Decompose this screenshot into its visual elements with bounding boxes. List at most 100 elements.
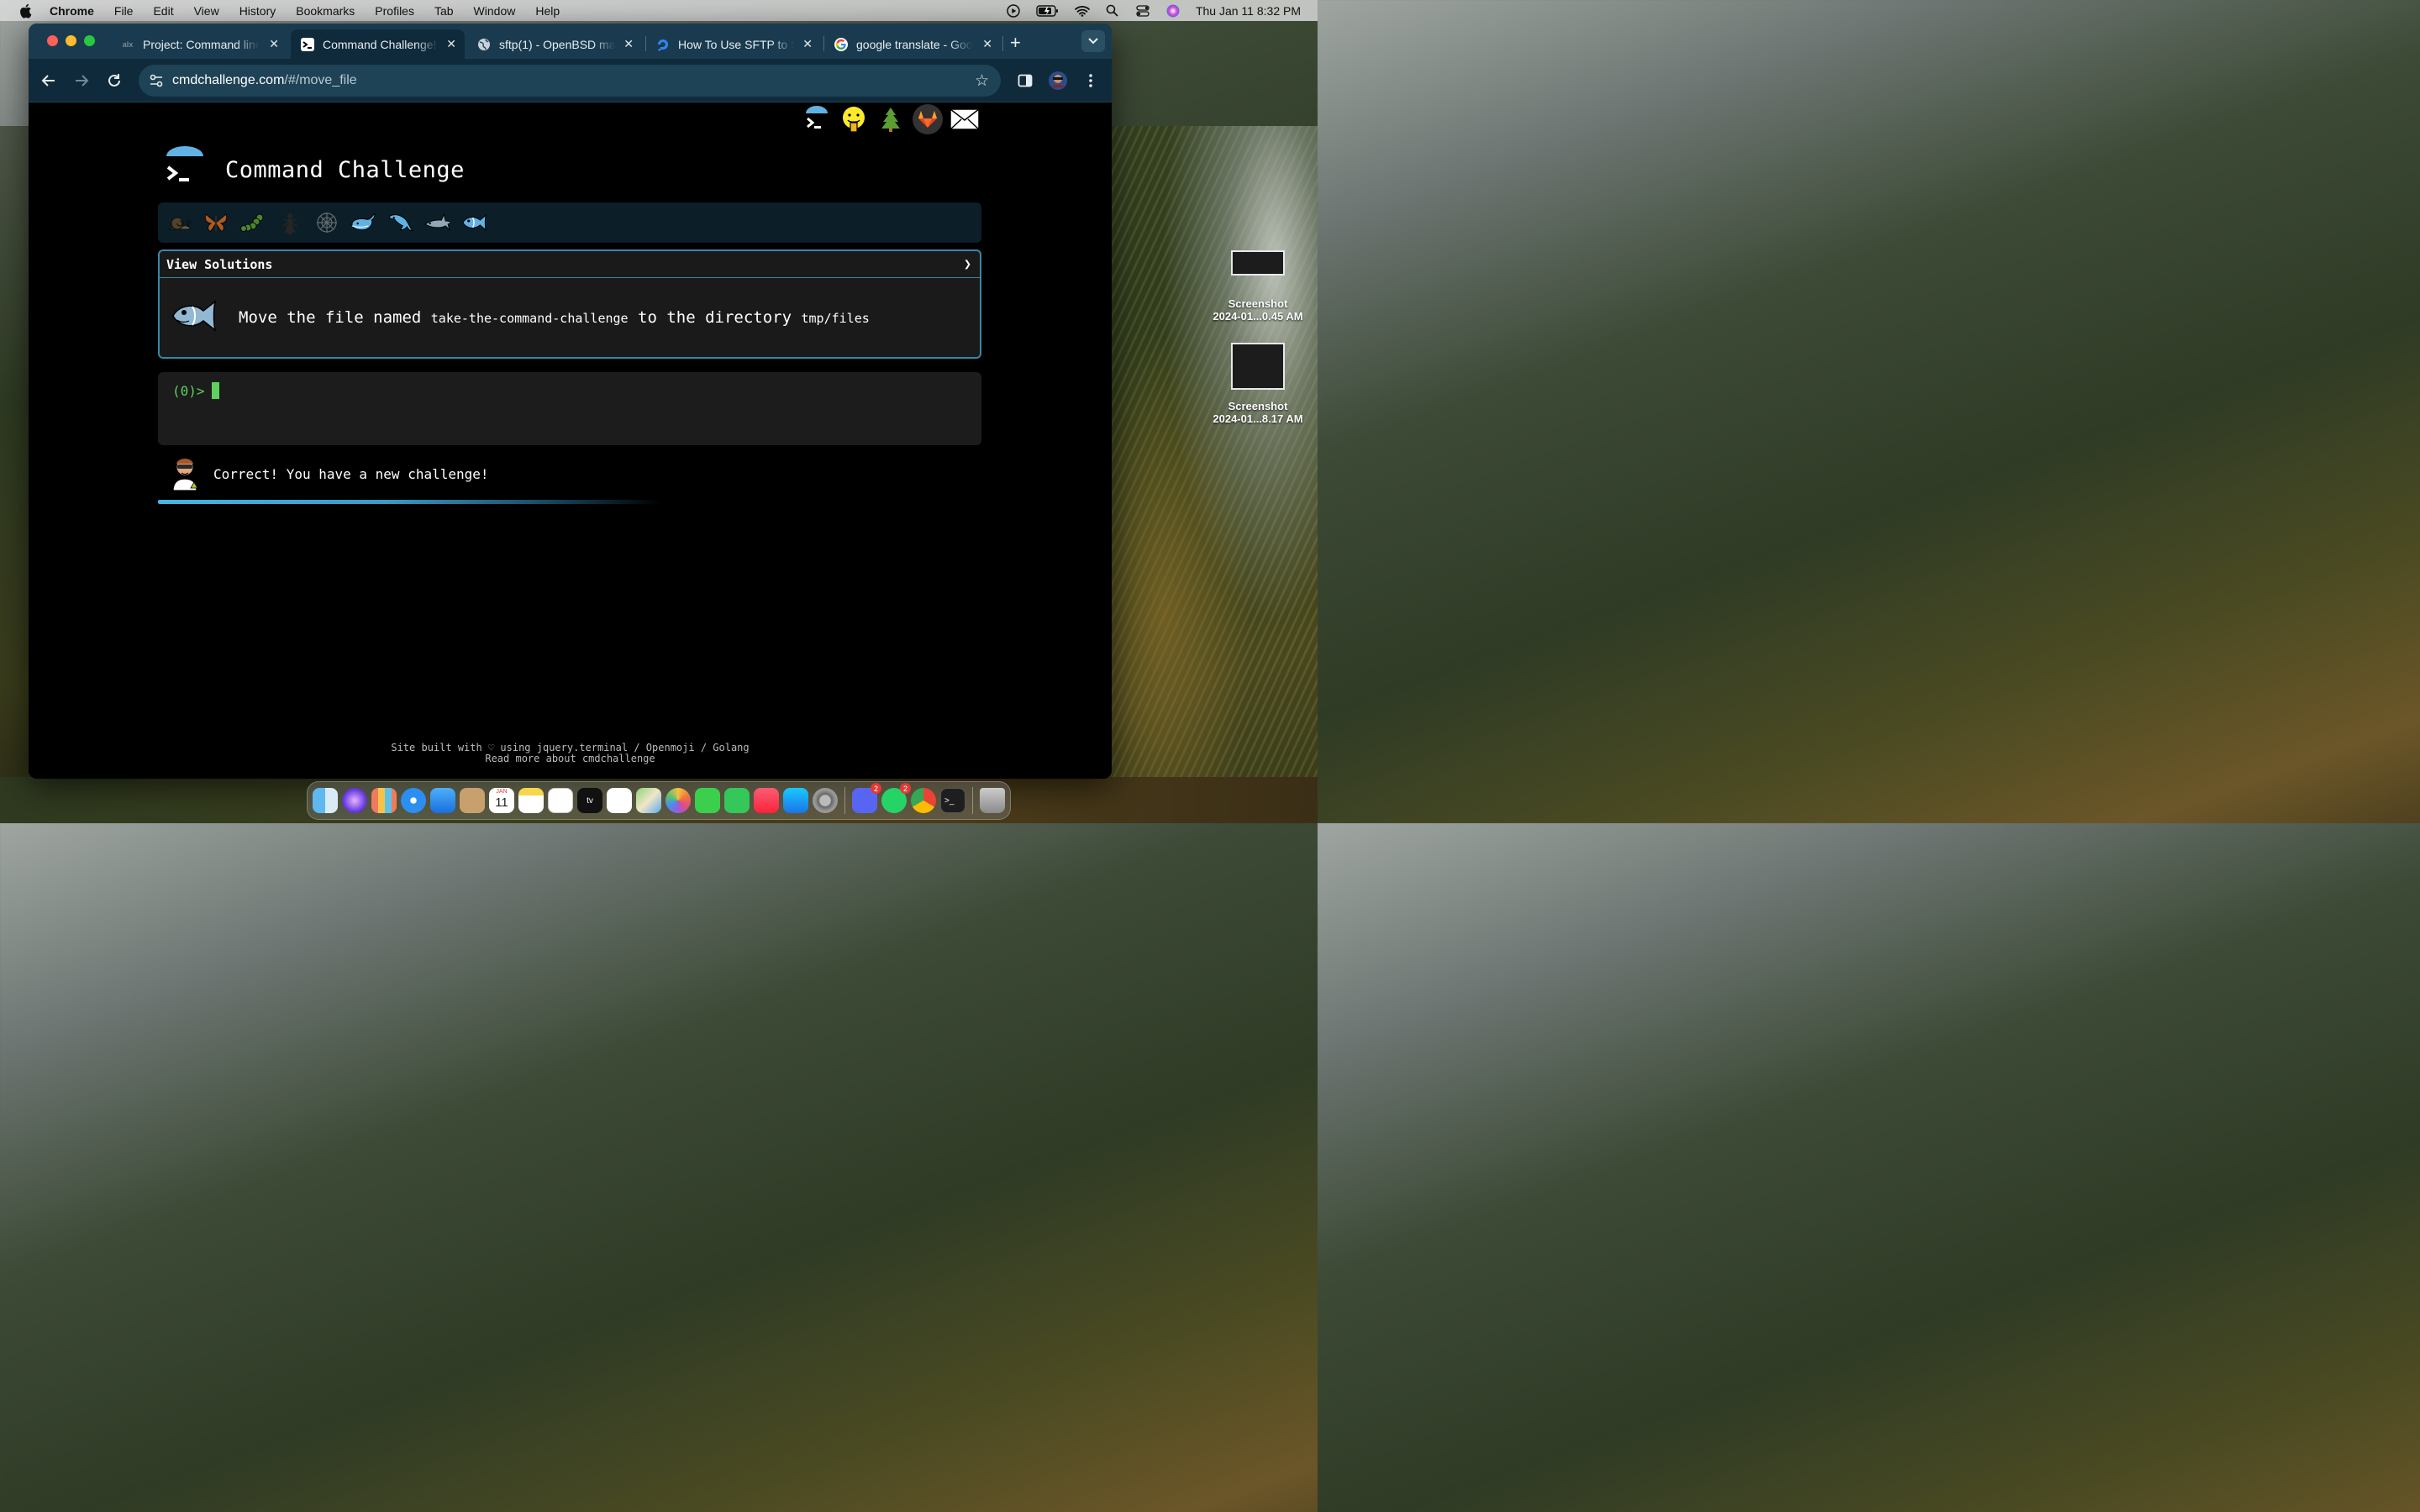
tab-google-translate[interactable]: google translate - Goo ✕ [824,29,1001,59]
dock-tv-icon[interactable]: tv [577,788,602,813]
level-butterfly-icon[interactable] [202,209,229,237]
dock-trash-icon[interactable] [980,788,1005,813]
address-bar[interactable]: cmdchallenge.com/#/move_file ☆ [139,65,1001,97]
level-spider-web-icon[interactable] [313,209,340,237]
spotlight-search-icon[interactable] [1105,3,1120,18]
dock-maps-icon[interactable] [636,788,661,813]
siri-icon[interactable] [1165,3,1181,18]
tree-icon[interactable] [876,104,906,134]
dock-contacts-icon[interactable] [460,788,485,813]
feedback-row: Correct! You have a new challenge! [168,454,489,494]
menu-window[interactable]: Window [474,4,516,18]
level-selector [158,202,981,243]
terminal-input[interactable]: (0)> [158,372,981,445]
menu-help[interactable]: Help [535,4,560,18]
menu-tab[interactable]: Tab [434,4,454,18]
menu-app-chrome[interactable]: Chrome [50,4,94,18]
tab-command-challenge[interactable]: Command Challenge! ✕ [291,29,465,59]
chrome-menu-icon[interactable] [1081,71,1101,91]
close-tab-icon[interactable]: ✕ [982,37,992,51]
menubar-clock[interactable]: Thu Jan 11 8:32 PM [1196,4,1301,18]
level-caterpillar-icon[interactable] [239,209,266,237]
dock-finder-icon[interactable] [313,788,338,813]
dock-calendar-icon[interactable]: JAN 11 [489,788,514,813]
side-panel-icon[interactable] [1015,71,1035,91]
forward-button[interactable] [71,71,92,91]
dock-facetime-icon[interactable] [724,788,750,813]
bookmark-star-icon[interactable]: ☆ [975,71,989,91]
close-tab-icon[interactable]: ✕ [269,37,279,51]
dock-system-settings-icon[interactable] [813,788,838,813]
close-tab-icon[interactable]: ✕ [802,37,813,51]
profile-avatar[interactable] [1048,71,1068,91]
window-controls [47,35,95,46]
dock-music-icon[interactable] [754,788,779,813]
alx-icon: alx [122,39,134,49]
terminal-icon [301,37,314,51]
dock-messages-icon[interactable] [695,788,720,813]
dock-safari-icon[interactable] [401,788,426,813]
dock-separator [972,787,973,814]
gitlab-icon[interactable] [913,104,943,134]
dock-photos-icon[interactable] [666,788,691,813]
menu-bookmarks[interactable]: Bookmarks [296,4,355,18]
level-fish-icon[interactable] [460,209,488,237]
envelope-icon[interactable] [950,104,980,134]
dock-chrome-icon[interactable] [911,788,936,813]
battery-icon[interactable] [1036,3,1060,18]
level-snail-icon[interactable] [165,209,192,237]
tab-search-button[interactable] [1081,30,1105,52]
site-settings-icon[interactable] [147,74,166,87]
dock-freeform-icon[interactable] [548,788,573,813]
browser-toolbar: cmdchallenge.com/#/move_file ☆ [29,59,1112,102]
menu-file[interactable]: File [114,4,134,18]
apple-icon[interactable] [18,0,34,21]
level-shark-icon[interactable] [424,209,451,237]
new-tab-button[interactable]: + [1010,32,1021,54]
menu-profiles[interactable]: Profiles [375,4,414,18]
dock-mail-icon[interactable] [430,788,455,813]
desktop-file-screenshot-2[interactable]: Screenshot 2024-01...8.17 AM [1202,343,1314,425]
level-ant-icon[interactable] [276,209,303,237]
dock-discord-icon[interactable]: 2 [852,783,881,813]
level-whale-icon[interactable] [350,209,377,237]
tab-strip: alx Project: Command line ✕ Command Chal… [29,24,1112,59]
close-window-button[interactable] [47,35,58,46]
control-center-icon[interactable] [1135,3,1150,18]
terminal-prompt: (0)> [172,383,205,399]
desktop-file-screenshot-1[interactable]: Screenshot 2024-01...0.45 AM [1202,250,1314,323]
dock-whatsapp-icon[interactable]: 2 [881,783,911,813]
back-button[interactable] [39,71,59,91]
level-dolphin-icon[interactable] [387,209,414,237]
menu-bar: Chrome File Edit View History Bookmarks … [0,0,1318,21]
terminal-logo-icon[interactable] [163,146,207,193]
challenge-description: Move the file named take-the-command-cha… [239,308,870,327]
dock-launchpad-icon[interactable] [371,788,397,813]
tab-project-command-line[interactable]: alx Project: Command line ✕ [111,29,287,59]
close-tab-icon[interactable]: ✕ [446,37,456,51]
menu-history[interactable]: History [239,4,276,18]
wifi-icon[interactable] [1075,3,1090,18]
tab-how-to-use-sftp[interactable]: How To Use SFTP to S ✕ [646,29,821,59]
dock-siri-icon[interactable] [342,788,367,813]
terminal-cursor [212,382,219,399]
play-circle-icon[interactable] [1006,3,1021,18]
close-tab-icon[interactable]: ✕ [623,37,634,51]
dock-notes-icon[interactable] [518,788,544,813]
dock-app-store-icon[interactable] [783,788,808,813]
notification-badge: 2 [871,783,881,794]
shushing-face-icon[interactable] [839,104,869,134]
tab-sftp-openbsd[interactable]: sftp(1) - OpenBSD ma ✕ [467,29,642,59]
terminal-logo-icon[interactable] [802,104,832,134]
zoom-window-button[interactable] [84,35,95,46]
menu-view[interactable]: View [194,4,219,18]
footer-about-link[interactable]: Read more about cmdchallenge [29,753,1112,764]
challenge-body: Move the file named take-the-command-cha… [160,278,980,357]
menu-edit[interactable]: Edit [153,4,173,18]
dock-reminders-icon[interactable] [607,788,632,813]
reload-button[interactable] [104,71,124,91]
dock-terminal-icon[interactable]: >_ [940,788,965,813]
view-solutions-toggle[interactable]: View Solutions ❯ [160,251,980,278]
chevron-right-icon: ❯ [963,256,971,271]
minimize-window-button[interactable] [66,35,76,46]
